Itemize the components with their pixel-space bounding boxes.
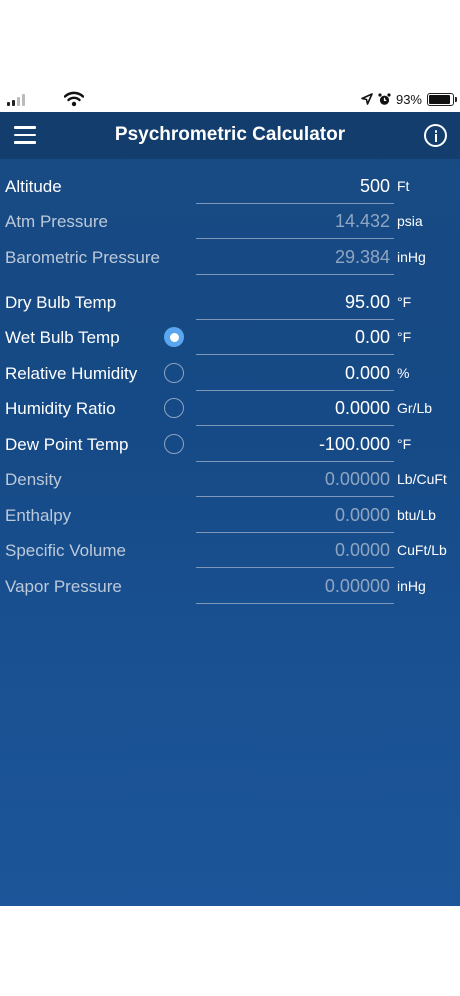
barometric-pressure-underline bbox=[196, 274, 394, 275]
wet-bulb-temp-unit: °F bbox=[397, 329, 412, 345]
enthalpy-unit: btu/Lb bbox=[397, 507, 436, 523]
vapor-pressure-label: Vapor Pressure bbox=[5, 577, 122, 596]
location-arrow-icon bbox=[361, 93, 373, 105]
altitude-label: Altitude bbox=[5, 177, 62, 196]
info-icon[interactable] bbox=[424, 124, 447, 147]
field-row-enthalpy: Enthalpy 0.0000 btu/Lb bbox=[0, 499, 460, 533]
dew-point-temp-unit: °F bbox=[397, 436, 412, 452]
specific-volume-unit: CuFt/Lb bbox=[397, 542, 447, 558]
altitude-value-field[interactable]: 500 bbox=[196, 176, 390, 197]
density-unit: Lb/CuFt bbox=[397, 471, 447, 487]
field-row-specific-volume: Specific Volume 0.0000 CuFt/Lb bbox=[0, 534, 460, 568]
wet-bulb-temp-value-field[interactable]: 0.00 bbox=[196, 327, 390, 348]
field-row-barometric-pressure: Barometric Pressure 29.384 inHg bbox=[0, 241, 460, 275]
status-bar: 93% bbox=[0, 86, 460, 112]
wifi-icon bbox=[64, 91, 84, 107]
field-row-dew-point-temp: Dew Point Temp -100.000 °F bbox=[0, 428, 460, 462]
specific-volume-underline bbox=[196, 567, 394, 568]
wet-bulb-temp-label: Wet Bulb Temp bbox=[5, 328, 120, 347]
humidity-ratio-value-field[interactable]: 0.0000 bbox=[196, 398, 390, 419]
relative-humidity-radio-button[interactable] bbox=[164, 363, 184, 383]
humidity-ratio-radio-button[interactable] bbox=[164, 398, 184, 418]
dry-bulb-temp-unit: °F bbox=[397, 294, 412, 310]
enthalpy-underline bbox=[196, 532, 394, 533]
atm-pressure-underline bbox=[196, 238, 394, 239]
cellular-signal-icon bbox=[7, 94, 27, 106]
field-row-density: Density 0.00000 Lb/CuFt bbox=[0, 463, 460, 497]
barometric-pressure-value-field: 29.384 bbox=[334, 247, 390, 267]
field-row-relative-humidity: Relative Humidity 0.000% bbox=[0, 357, 460, 391]
atm-pressure-unit: psia bbox=[397, 213, 423, 229]
barometric-pressure-unit: inHg bbox=[397, 249, 426, 265]
app-screen: Psychrometric Calculator Altitude 500 Ft At… bbox=[0, 112, 460, 906]
field-row-altitude: Altitude 500 Ft bbox=[0, 170, 460, 204]
dew-point-temp-radio-button[interactable] bbox=[164, 434, 184, 454]
battery-icon bbox=[427, 92, 457, 106]
wet-bulb-temp-underline bbox=[196, 354, 394, 355]
dew-point-temp-value-field[interactable]: -100.000 bbox=[196, 434, 390, 455]
relative-humidity-underline bbox=[196, 390, 394, 391]
field-row-dry-bulb-temp: Dry Bulb Temp 95.00 °F bbox=[0, 286, 460, 320]
humidity-ratio-underline bbox=[196, 425, 394, 426]
dry-bulb-temp-value-field[interactable]: 95.00 bbox=[196, 292, 390, 313]
altitude-underline bbox=[196, 203, 394, 204]
bottom-area bbox=[0, 906, 460, 996]
wet-bulb-temp-radio-button[interactable] bbox=[164, 327, 184, 347]
atm-pressure-value-field: 14.432 bbox=[334, 211, 390, 231]
enthalpy-value-field: 0.0000 bbox=[334, 505, 390, 525]
humidity-ratio-label: Humidity Ratio bbox=[5, 399, 116, 418]
relative-humidity-value-field[interactable]: 0.000 bbox=[196, 363, 390, 384]
battery-percent: 93% bbox=[395, 91, 422, 107]
dry-bulb-temp-label: Dry Bulb Temp bbox=[5, 293, 117, 312]
field-row-wet-bulb-temp: Wet Bulb Temp 0.00 °F bbox=[0, 321, 460, 355]
dew-point-temp-label: Dew Point Temp bbox=[5, 435, 129, 454]
field-row-vapor-pressure: Vapor Pressure 0.00000 inHg bbox=[0, 570, 460, 604]
altitude-unit: Ft bbox=[397, 178, 410, 194]
enthalpy-label: Enthalpy bbox=[5, 506, 72, 525]
density-underline bbox=[196, 496, 394, 497]
barometric-pressure-label: Barometric Pressure bbox=[5, 248, 160, 267]
vapor-pressure-unit: inHg bbox=[397, 578, 426, 594]
dry-bulb-temp-underline bbox=[196, 319, 394, 320]
relative-humidity-label: Relative Humidity bbox=[5, 364, 138, 383]
atm-pressure-label: Atm Pressure bbox=[5, 212, 108, 231]
navbar: Psychrometric Calculator bbox=[0, 112, 460, 159]
field-row-atm-pressure: Atm Pressure 14.432 psia bbox=[0, 205, 460, 239]
vapor-pressure-underline bbox=[196, 603, 394, 604]
field-row-humidity-ratio: Humidity Ratio 0.0000 Gr/Lb bbox=[0, 392, 460, 426]
specific-volume-label: Specific Volume bbox=[5, 541, 126, 560]
relative-humidity-unit: % bbox=[397, 365, 410, 381]
specific-volume-value-field: 0.0000 bbox=[334, 540, 390, 560]
density-value-field: 0.00000 bbox=[324, 469, 390, 489]
humidity-ratio-unit: Gr/Lb bbox=[397, 400, 433, 416]
density-label: Density bbox=[5, 470, 62, 489]
alarm-clock-icon bbox=[378, 92, 391, 105]
page-title: Psychrometric Calculator bbox=[114, 124, 346, 145]
dew-point-temp-underline bbox=[196, 461, 394, 462]
vapor-pressure-value-field: 0.00000 bbox=[324, 576, 390, 596]
